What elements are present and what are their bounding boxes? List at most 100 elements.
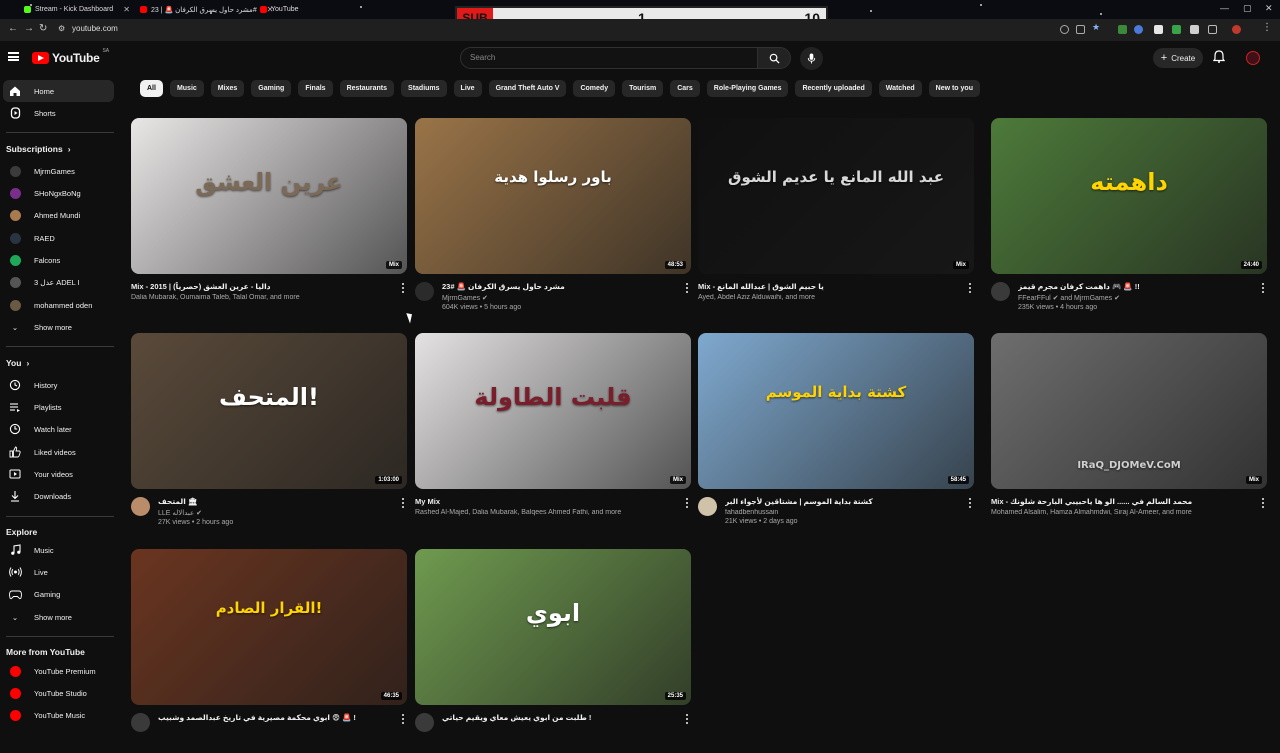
chip-new-to-you[interactable]: New to you xyxy=(928,80,980,97)
video-card[interactable]: ابوي 25:35 طلبت من ابوي يعيش معاي ويقيم حي… xyxy=(415,549,691,753)
video-card[interactable]: المتحف! 1:03:00 المتحف 🏛 LLE عبدالاله ✔ 27K … xyxy=(131,333,407,537)
video-thumbnail[interactable]: داهمته 24:40 xyxy=(991,118,1267,274)
video-card[interactable]: قلبت الطاولة Mix My Mix Rashed Al-Majed, Da… xyxy=(415,333,691,537)
sidebar-item-liked-videos[interactable]: Liked videos xyxy=(3,441,114,463)
guide-menu-icon[interactable] xyxy=(8,52,19,61)
chip-restaurants[interactable]: Restaurants xyxy=(339,80,395,97)
video-card[interactable]: عرين العشق Mix Mix - 2015 | داليا - عرين ا… xyxy=(131,118,407,322)
profile-icon[interactable] xyxy=(1232,25,1241,34)
sidebar-item-youtube-premium[interactable]: YouTube Premium xyxy=(3,660,114,682)
video-thumbnail[interactable]: القرار الصادم! 46:35 xyxy=(131,549,407,705)
more-actions-icon[interactable] xyxy=(683,282,691,294)
extension-icon[interactable] xyxy=(1118,25,1127,34)
extension-icon[interactable] xyxy=(1172,25,1181,34)
video-title[interactable]: ابوي محكمة مصيرية في تاريخ عبدالصمد وشبي… xyxy=(158,713,393,722)
chip-tourism[interactable]: Tourism xyxy=(622,80,664,97)
you-heading[interactable]: You › xyxy=(6,358,29,368)
more-actions-icon[interactable] xyxy=(1259,282,1267,294)
channel-name[interactable]: FFearFFul ✔ and MjrmGames ✔ xyxy=(1018,294,1253,302)
channel-name[interactable]: Mohamed Alsalim, Hamza Almahmdwi, Siraj … xyxy=(991,509,1253,516)
channel-name[interactable]: fahadbenhussain xyxy=(725,509,960,516)
sidebar-item-subscription[interactable]: MjrmGames xyxy=(3,160,114,182)
video-card[interactable]: كشتة بداية الموسم 58:45 كشتة بداية الموسم … xyxy=(698,333,974,537)
reload-icon[interactable]: ↻ xyxy=(39,23,47,34)
channel-avatar[interactable] xyxy=(991,282,1010,301)
sidebar-item-subscription[interactable]: Ahmed Mundi xyxy=(3,204,114,226)
video-title[interactable]: داهمت كرفان مجرم قيمز 🎮 🚨 !! xyxy=(1018,282,1253,291)
chip-music[interactable]: Music xyxy=(169,80,204,97)
chip-mixes[interactable]: Mixes xyxy=(210,80,245,97)
sidebar-item-playlists[interactable]: Playlists xyxy=(3,396,114,418)
channel-name[interactable]: Rashed Al-Majed, Dalia Mubarak, Balqees … xyxy=(415,509,677,516)
chip-comedy[interactable]: Comedy xyxy=(573,80,616,97)
video-thumbnail[interactable]: ابوي 25:35 xyxy=(415,549,691,705)
sidebar-show-more-subscriptions[interactable]: ⌄ Show more xyxy=(3,316,114,338)
more-actions-icon[interactable] xyxy=(1259,497,1267,509)
more-actions-icon[interactable] xyxy=(399,497,407,509)
chip-cars[interactable]: Cars xyxy=(670,80,700,97)
sidebar-item-live[interactable]: Live xyxy=(3,561,114,583)
close-tab-icon[interactable]: ✕ xyxy=(123,5,130,14)
chip-live[interactable]: Live xyxy=(453,80,482,97)
voice-search-button[interactable] xyxy=(800,47,823,70)
browser-tab-kick[interactable]: Stream - Kick Dashboard ✕ xyxy=(20,2,134,17)
url-field[interactable]: youtube.com xyxy=(72,24,118,33)
notifications-bell-icon[interactable] xyxy=(1213,50,1225,63)
sidebar-item-subscription[interactable]: Falcons xyxy=(3,249,114,271)
sidebar-item-music[interactable]: Music xyxy=(3,539,114,561)
sidebar-item-subscription[interactable]: SHoNgxBoNg xyxy=(3,182,114,204)
sidebar-show-more-explore[interactable]: ⌄ Show more xyxy=(3,606,114,628)
search-button[interactable] xyxy=(757,47,791,69)
chip-gta-v[interactable]: Grand Theft Auto V xyxy=(488,80,567,97)
video-title[interactable]: المتحف 🏛 xyxy=(158,497,393,506)
bookmark-star-icon[interactable]: ★ xyxy=(1092,22,1101,32)
video-thumbnail[interactable]: عرين العشق Mix xyxy=(131,118,407,274)
sidebar-item-subscription[interactable]: RAED xyxy=(3,227,114,249)
video-card[interactable]: IRaQ_DJOMeV.CoM Mix Mix - محمد السالم في .… xyxy=(991,333,1267,537)
video-thumbnail[interactable]: كشتة بداية الموسم 58:45 xyxy=(698,333,974,489)
chip-watched[interactable]: Watched xyxy=(878,80,922,97)
minimize-icon[interactable]: — xyxy=(1220,3,1229,13)
channel-name[interactable]: LLE عبدالاله ✔ xyxy=(158,509,393,517)
close-window-icon[interactable]: ✕ xyxy=(1265,3,1273,14)
channel-avatar[interactable] xyxy=(415,282,434,301)
extension-icon[interactable] xyxy=(1154,25,1163,34)
video-card[interactable]: باور رسلوا هدية 48:53 23# 🚨 مشرد حاول يسرق… xyxy=(415,118,691,322)
account-avatar[interactable] xyxy=(1246,51,1260,65)
chip-all[interactable]: All xyxy=(140,80,163,97)
video-thumbnail[interactable]: باور رسلوا هدية 48:53 xyxy=(415,118,691,274)
more-actions-icon[interactable] xyxy=(966,497,974,509)
channel-avatar[interactable] xyxy=(415,713,434,732)
sidebar-item-home[interactable]: Home xyxy=(3,80,114,102)
sidebar-item-youtube-studio[interactable]: YouTube Studio xyxy=(3,682,114,704)
more-actions-icon[interactable] xyxy=(683,497,691,509)
chip-recently-uploaded[interactable]: Recently uploaded xyxy=(795,80,872,97)
video-title[interactable]: Mix - محمد السالم في ...... الو ها ياحبي… xyxy=(991,497,1253,506)
video-thumbnail[interactable]: IRaQ_DJOMeV.CoM Mix xyxy=(991,333,1267,489)
chip-gaming[interactable]: Gaming xyxy=(251,80,292,97)
sidebar-item-watch-later[interactable]: Watch later xyxy=(3,418,114,440)
extension-icon[interactable] xyxy=(1134,25,1143,34)
more-actions-icon[interactable] xyxy=(683,713,691,725)
video-card[interactable]: داهمته 24:40 داهمت كرفان مجرم قيمز 🎮 🚨 !! F… xyxy=(991,118,1267,322)
chip-rpg[interactable]: Role-Playing Games xyxy=(706,80,789,97)
chip-stadiums[interactable]: Stadiums xyxy=(401,80,447,97)
video-thumbnail[interactable]: قلبت الطاولة Mix xyxy=(415,333,691,489)
sidebar-item-gaming[interactable]: Gaming xyxy=(3,583,114,605)
sidebar-item-youtube-music[interactable]: YouTube Music xyxy=(3,704,114,726)
youtube-logo[interactable]: YouTube SA xyxy=(32,48,109,65)
channel-avatar[interactable] xyxy=(131,497,150,516)
video-title[interactable]: 23# 🚨 مشرد حاول يسرق الكرفان xyxy=(442,282,677,291)
channel-name[interactable]: MjrmGames ✔ xyxy=(442,294,677,302)
video-thumbnail[interactable]: المتحف! 1:03:00 xyxy=(131,333,407,489)
sidebar-item-downloads[interactable]: Downloads xyxy=(3,485,114,507)
create-button[interactable]: + Create xyxy=(1153,48,1203,68)
browser-tab-youtube[interactable]: YouTube xyxy=(256,2,303,17)
extensions-puzzle-icon[interactable] xyxy=(1208,25,1217,34)
video-title[interactable]: My Mix xyxy=(415,497,677,506)
sidebar-item-subscription[interactable]: 3 عدل ADEL I xyxy=(3,271,114,293)
sidebar-item-your-videos[interactable]: Your videos xyxy=(3,463,114,485)
channel-avatar[interactable] xyxy=(131,713,150,732)
zoom-icon[interactable] xyxy=(1060,25,1069,34)
channel-name[interactable]: Dalia Mubarak, Oumaima Taleb, Talal Omar… xyxy=(131,294,393,301)
